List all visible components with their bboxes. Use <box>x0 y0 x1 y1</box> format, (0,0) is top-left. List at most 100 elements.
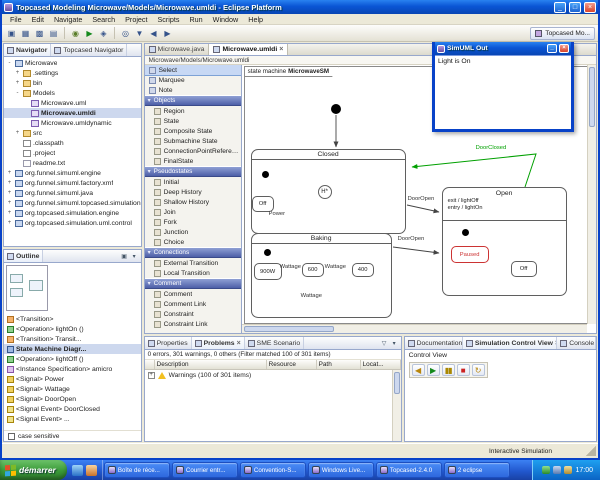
state-off-in-open[interactable]: Off <box>511 261 537 277</box>
scrollbar-thumb[interactable] <box>244 326 334 332</box>
expander-icon[interactable]: + <box>6 210 13 216</box>
print-icon[interactable]: ▤ <box>47 27 60 40</box>
expander-icon[interactable]: + <box>6 180 13 186</box>
sim-step-back-icon[interactable]: ◀ <box>412 364 425 376</box>
last-edit-icon[interactable]: ▼ <box>133 27 146 40</box>
palette-item[interactable]: Deep History <box>145 187 241 197</box>
menu-item[interactable]: Search <box>87 15 120 24</box>
filter-icon[interactable]: ▽ <box>380 340 389 347</box>
palette-item[interactable]: Composite State <box>145 126 241 136</box>
column-resource[interactable]: Resource <box>267 360 317 369</box>
problems-warnings-group-row[interactable]: Warnings (100 of 301 items) <box>145 370 401 380</box>
palette-section-connections[interactable]: Connections <box>145 247 241 258</box>
navigator-tree-item[interactable]: .classpath <box>4 138 141 148</box>
case-sensitive-checkbox[interactable] <box>8 433 15 440</box>
outline-item[interactable]: <Signal Event> DoorClosed <box>4 404 141 414</box>
menu-item[interactable]: Navigate <box>49 15 87 24</box>
palette-item[interactable]: Fork <box>145 217 241 227</box>
canvas-vertical-scrollbar[interactable] <box>587 65 596 324</box>
outline-item[interactable]: <Instance Specification> amicro <box>4 364 141 374</box>
menu-item[interactable]: Project <box>120 15 152 24</box>
network-icon[interactable] <box>564 466 572 474</box>
navigator-tree-item[interactable]: + org.funnel.simuml.engine <box>4 168 141 178</box>
forward-icon[interactable]: ▶ <box>161 27 174 40</box>
outline-item[interactable]: <Transition> Transit... <box>4 334 141 344</box>
palette-item[interactable]: Constraint <box>145 309 241 319</box>
tab-documentation[interactable]: Documentation <box>405 337 463 349</box>
sim-stop-icon[interactable]: ■ <box>457 364 470 376</box>
volume-icon[interactable] <box>553 466 561 474</box>
palette-tool[interactable]: Note <box>145 85 241 95</box>
column-description[interactable]: Description <box>155 360 267 369</box>
outline-item[interactable]: <Signal> Wattage <box>4 384 141 394</box>
palette-item[interactable]: FinalState <box>145 156 241 166</box>
start-button[interactable]: démarrer <box>0 460 67 480</box>
transition-label-power[interactable]: Power <box>269 211 285 217</box>
tab-simulation-control-view[interactable]: Simulation Control View <box>463 337 557 349</box>
expander-icon[interactable]: + <box>14 80 21 86</box>
baking-initial-dot[interactable] <box>264 249 271 256</box>
menu-item[interactable]: Edit <box>27 15 49 24</box>
navigator-tree-item[interactable]: .project <box>4 148 141 158</box>
sim-pause-icon[interactable]: ▮▮ <box>442 364 455 376</box>
view-menu-icon[interactable]: ▾ <box>130 253 139 260</box>
run-icon[interactable]: ▶ <box>83 27 96 40</box>
deep-history-pseudostate[interactable]: H* <box>318 185 332 199</box>
navigator-tree-item[interactable]: + org.topcased.simulation.uml.control <box>4 218 141 228</box>
palette-item[interactable]: Submachine State <box>145 136 241 146</box>
resize-grip-icon[interactable] <box>586 446 596 456</box>
palette-item[interactable]: Join <box>145 207 241 217</box>
transition-label-doorclosed[interactable]: DoorClosed <box>476 145 507 151</box>
navigator-tree-item[interactable]: - Models <box>4 88 141 98</box>
view-menu-icon[interactable]: ▾ <box>390 340 399 347</box>
maximize-button[interactable] <box>569 2 581 13</box>
menu-item[interactable]: Help <box>243 15 268 24</box>
navigator-tree-item[interactable]: + bin <box>4 78 141 88</box>
state-machine-frame-label[interactable]: state machine MicrowaveSM <box>244 66 339 77</box>
palette-tool[interactable]: Marquee <box>145 75 241 85</box>
navigator-tree-item[interactable]: + .settings <box>4 68 141 78</box>
palette-section-comment[interactable]: Comment <box>145 278 241 289</box>
expander-icon[interactable]: + <box>6 190 13 196</box>
expander-icon[interactable]: - <box>14 90 21 96</box>
transition-label-wattage-2[interactable]: Wattage <box>325 264 346 270</box>
canvas-horizontal-scrollbar[interactable] <box>242 324 587 333</box>
palette-item[interactable]: Choice <box>145 237 241 247</box>
outline-item[interactable]: <Operation> lightOn () <box>4 324 141 334</box>
close-tab-icon[interactable] <box>237 340 241 347</box>
palette-item[interactable]: State <box>145 116 241 126</box>
expander-icon[interactable]: - <box>6 60 13 66</box>
expand-icon[interactable] <box>148 372 155 379</box>
save-icon[interactable]: ▦ <box>19 27 32 40</box>
transition-label-dooropen-1[interactable]: DoorOpen <box>408 196 435 202</box>
column-location[interactable]: Locat... <box>361 360 401 369</box>
outline-item[interactable]: <Operation> lightOff () <box>4 354 141 364</box>
expander-icon[interactable]: + <box>6 200 13 206</box>
transition-label-dooropen-2[interactable]: DoorOpen <box>398 236 425 242</box>
scrollbar-thumb[interactable] <box>589 67 595 127</box>
sim-restart-icon[interactable]: ↻ <box>472 364 485 376</box>
state-400[interactable]: 400 <box>352 263 374 277</box>
closed-initial-dot[interactable] <box>262 171 269 178</box>
navigator-tree-item[interactable]: readme.txt <box>4 158 141 168</box>
navigator-tree-item[interactable]: Microwave.umldynamic <box>4 118 141 128</box>
sim-run-icon[interactable]: ▶ <box>427 364 440 376</box>
perspective-button[interactable]: Topcased Mo... <box>530 27 595 40</box>
simuml-close-button[interactable] <box>559 44 569 53</box>
state-open[interactable]: Open exit / lightOff entry / lightOn <box>442 187 567 296</box>
outline-item[interactable]: <Signal> Power <box>4 374 141 384</box>
transition-label-wattage-1[interactable]: Wattage <box>280 264 301 270</box>
simuml-minimize-button[interactable] <box>547 44 557 53</box>
outline-item[interactable]: <Transition> <box>4 314 141 324</box>
column-path[interactable]: Path <box>317 360 361 369</box>
tab-console[interactable]: Console <box>557 337 596 349</box>
tab-properties[interactable]: Properties <box>145 337 192 349</box>
palette-item[interactable]: Local Transition <box>145 268 241 278</box>
expander-icon[interactable]: + <box>6 220 13 226</box>
initial-state-dot[interactable] <box>331 104 341 114</box>
close-tab-icon[interactable] <box>279 46 283 53</box>
window-titlebar[interactable]: Topcased Modeling Microwave/Models/Micro… <box>2 0 598 14</box>
navigator-tree-item[interactable]: + src <box>4 128 141 138</box>
external-tools-icon[interactable]: ◈ <box>97 27 110 40</box>
palette-item[interactable]: External Transition <box>145 258 241 268</box>
